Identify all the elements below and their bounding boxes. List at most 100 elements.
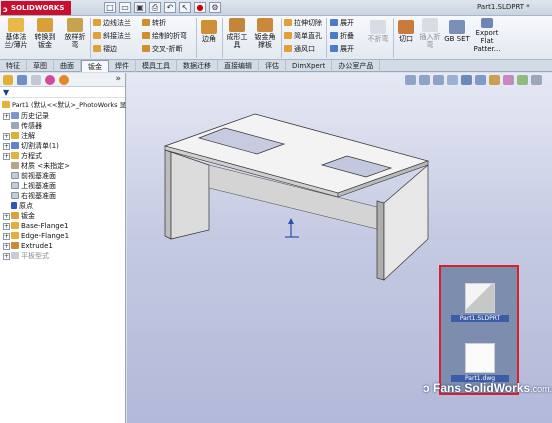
desktop-file-sldprt[interactable]: Part1.SLDPRT [451, 283, 509, 322]
expander-icon[interactable]: + [3, 113, 10, 120]
select-icon[interactable]: ↖ [179, 2, 191, 13]
corners-button[interactable]: 边角 [199, 20, 219, 43]
edge-flange-label: 边线法兰 [103, 19, 131, 27]
plane-icon [11, 172, 19, 179]
flatten-button[interactable]: 展开 [330, 45, 354, 54]
tab-sheet-metal[interactable]: 钣金 [81, 60, 109, 72]
sheet-metal-gusset-button[interactable]: 钣金角 撑板 [251, 18, 279, 49]
tab-surfaces[interactable]: 曲面 [54, 60, 81, 72]
origin-arrow-icon [288, 218, 294, 224]
tree-item-origin[interactable]: 原点 [3, 201, 33, 211]
expander-icon[interactable]: + [3, 233, 10, 240]
tree-item-edge-flange1[interactable]: + Edge-Flange1 [3, 231, 69, 241]
tree-item-flat-pattern[interactable]: + 平板型式 [3, 251, 49, 261]
expander-icon[interactable]: + [3, 143, 10, 150]
tree-item-extrude1[interactable]: + Extrude1 [3, 241, 53, 251]
miter-flange-button[interactable]: 斜接法兰 [93, 32, 131, 41]
expander-icon[interactable]: + [3, 223, 10, 230]
photoworks-tab-icon[interactable] [59, 75, 69, 85]
appearance-tab-icon[interactable] [45, 75, 55, 85]
rip-button[interactable]: 切口 [396, 20, 416, 43]
options-icon[interactable]: ⚙ [209, 2, 221, 13]
jog-icon [142, 19, 150, 26]
tree-item-annotations[interactable]: + 注解 [3, 131, 35, 141]
filter-icon[interactable]: ▼ [3, 88, 9, 97]
tree-item-cut-list[interactable]: + 切割清单(1) [3, 141, 59, 151]
graphics-area[interactable]: Part1.SLDPRT Part1.dwg ↄ Fans SolidWorks… [127, 73, 552, 423]
tree-root-part[interactable]: Part1 (默认<<默认>_PhotoWorks 显 [2, 100, 126, 110]
rebuild-icon[interactable]: ● [194, 2, 206, 13]
desktop-file-dwg[interactable]: Part1.dwg [451, 343, 509, 382]
vent-button[interactable]: 通风口 [284, 45, 315, 54]
tab-mold-tools[interactable]: 模具工具 [136, 60, 177, 72]
solidworks-logo[interactable]: ↄ SOLIDWORKS [1, 1, 71, 15]
window-title: Part1.SLDPRT * [477, 3, 530, 11]
tab-direct-editing[interactable]: 直接编辑 [218, 60, 259, 72]
save-icon[interactable]: ▣ [134, 2, 146, 13]
tree-item-top-plane[interactable]: 上视基准面 [3, 181, 56, 191]
cross-break-icon [142, 45, 150, 52]
tree-item-history[interactable]: + 历史记录 [3, 111, 49, 121]
tab-office-products[interactable]: 办公室产品 [332, 60, 381, 72]
extruded-cut-button[interactable]: 拉伸切除 [284, 19, 322, 28]
part-icon [2, 101, 10, 108]
cross-break-button[interactable]: 交叉-折断 [142, 45, 183, 54]
property-manager-tab-icon[interactable] [17, 75, 27, 85]
no-bends-button[interactable]: 不折弯 [366, 20, 390, 43]
tree-item-sheet-metal[interactable]: + 钣金 [3, 211, 35, 221]
feature-tree-tab-icon[interactable] [3, 75, 13, 85]
tree-item-right-plane[interactable]: 右视基准面 [3, 191, 56, 201]
expander-icon [3, 171, 10, 178]
tree-item-front-plane[interactable]: 前视基准面 [3, 171, 56, 181]
tab-evaluate[interactable]: 评估 [259, 60, 286, 72]
export-flat-pattern-button[interactable]: Export Flat Patter... [472, 18, 502, 53]
cut-list-icon [11, 142, 19, 149]
jog-button[interactable]: 转折 [142, 19, 166, 28]
tab-weldments[interactable]: 焊件 [109, 60, 136, 72]
expander-icon [3, 201, 10, 208]
expander-icon[interactable]: + [3, 133, 10, 140]
expander-icon [3, 121, 10, 128]
simple-hole-button[interactable]: 简单直孔 [284, 32, 322, 41]
configuration-manager-tab-icon[interactable] [31, 75, 41, 85]
expander-icon[interactable]: + [3, 253, 10, 260]
expander-icon[interactable]: + [3, 213, 10, 220]
simple-hole-label: 简单直孔 [294, 32, 322, 40]
flatten-icon [330, 45, 338, 52]
feature-manager-toolbar: » [0, 73, 125, 87]
tab-data-migration[interactable]: 数据迁移 [177, 60, 218, 72]
ds-logo-icon: ↄ [3, 5, 8, 14]
lofted-bend-button[interactable]: 放样折 弯 [61, 18, 89, 49]
print-icon[interactable]: ⎙ [149, 2, 161, 13]
convert-to-sheet-metal-button[interactable]: 转换到 钣金 [32, 18, 58, 49]
tree-item-sensors[interactable]: 传感器 [3, 121, 42, 131]
tree-item-base-flange1[interactable]: + Base-Flange1 [3, 221, 68, 231]
sensor-icon [11, 122, 19, 129]
undo-icon[interactable]: ↶ [164, 2, 176, 13]
model-left-leg-face [170, 151, 210, 240]
gb-set-icon [449, 20, 465, 34]
new-icon[interactable]: □ [104, 2, 116, 13]
gb-set-button[interactable]: GB SET [444, 20, 470, 43]
unfold-button[interactable]: 展开 [330, 19, 354, 28]
fold-button[interactable]: 折叠 [330, 32, 354, 41]
tree-item-label: 前视基准面 [21, 172, 56, 180]
forming-tool-button[interactable]: 成形工 具 [225, 18, 249, 49]
tab-sketch[interactable]: 草图 [27, 60, 54, 72]
tab-features[interactable]: 特征 [0, 60, 27, 72]
expander-icon[interactable]: + [3, 243, 10, 250]
unfold-label: 展开 [340, 19, 354, 27]
tree-item-equations[interactable]: + 方程式 [3, 151, 42, 161]
tree-item-material[interactable]: 材质 <未指定> [3, 161, 70, 171]
tree-item-label: 注解 [21, 132, 35, 140]
insert-bends-button[interactable]: 插入折 弯 [418, 18, 442, 49]
corners-label: 边角 [202, 35, 216, 43]
hem-button[interactable]: 褶边 [93, 45, 117, 54]
edge-flange-button[interactable]: 边线法兰 [93, 19, 131, 28]
base-flange-button[interactable]: 基体法 兰/薄片 [3, 18, 29, 49]
open-icon[interactable]: ▭ [119, 2, 131, 13]
sketched-bend-button[interactable]: 绘制的折弯 [142, 32, 187, 41]
expand-panel-icon[interactable]: » [115, 74, 121, 84]
expander-icon[interactable]: + [3, 153, 10, 160]
tab-dimxpert[interactable]: DimXpert [286, 60, 333, 72]
